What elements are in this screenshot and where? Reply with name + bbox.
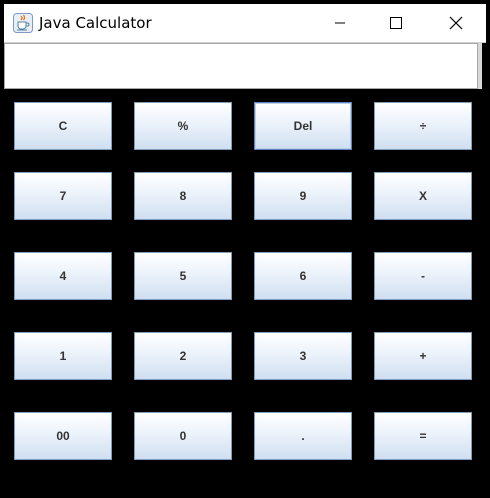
double-zero-button[interactable]: 00: [14, 412, 112, 460]
digit-0-button[interactable]: 0: [134, 412, 232, 460]
display-edge: [478, 43, 482, 89]
digit-9-button[interactable]: 9: [254, 172, 352, 220]
maximize-icon: [390, 17, 402, 29]
java-cup-icon: [13, 13, 33, 33]
digit-7-button[interactable]: 7: [14, 172, 112, 220]
digit-5-button[interactable]: 5: [134, 252, 232, 300]
add-button[interactable]: +: [374, 332, 472, 380]
digit-6-button[interactable]: 6: [254, 252, 352, 300]
title-bar[interactable]: Java Calculator: [4, 4, 486, 43]
digit-1-button[interactable]: 1: [14, 332, 112, 380]
digit-4-button[interactable]: 4: [14, 252, 112, 300]
maximize-button[interactable]: [373, 4, 419, 42]
digit-8-button[interactable]: 8: [134, 172, 232, 220]
display-field[interactable]: [4, 43, 478, 89]
digit-3-button[interactable]: 3: [254, 332, 352, 380]
subtract-button[interactable]: -: [374, 252, 472, 300]
close-button[interactable]: [433, 4, 479, 42]
delete-button[interactable]: Del: [254, 102, 352, 150]
decimal-point-button[interactable]: .: [254, 412, 352, 460]
clear-button[interactable]: C: [14, 102, 112, 150]
minimize-icon: [335, 22, 345, 24]
percent-button[interactable]: %: [134, 102, 232, 150]
minimize-button[interactable]: [317, 4, 363, 42]
equals-button[interactable]: =: [374, 412, 472, 460]
digit-2-button[interactable]: 2: [134, 332, 232, 380]
multiply-button[interactable]: X: [374, 172, 472, 220]
divide-button[interactable]: ÷: [374, 102, 472, 150]
close-icon: [449, 16, 463, 30]
window-title: Java Calculator: [39, 14, 152, 32]
calculator-window: Java Calculator C % Del ÷ 7 8 9 X 4 5 6 …: [0, 0, 490, 498]
